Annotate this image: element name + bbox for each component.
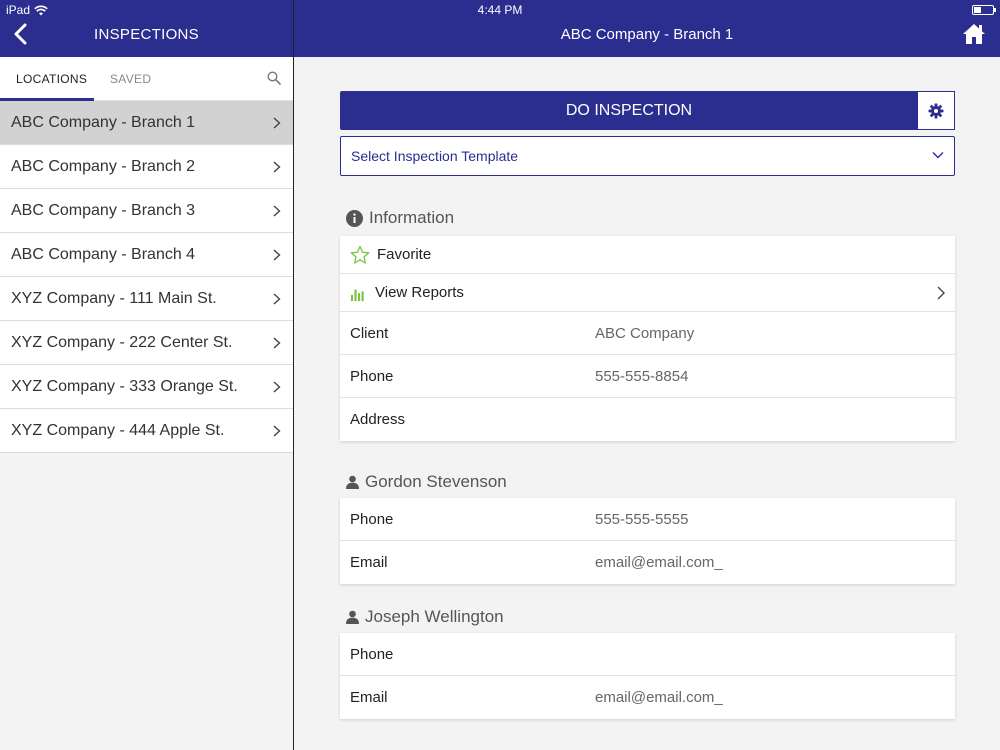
information-section-title: Information: [346, 208, 454, 228]
star-icon: [350, 245, 370, 264]
contact-row-label: Phone: [350, 646, 394, 663]
person-icon: [346, 610, 359, 624]
chevron-right-icon: [273, 249, 281, 261]
contact-row-email: Email email@email.com_: [340, 676, 955, 719]
location-label: ABC Company - Branch 4: [11, 246, 196, 263]
location-item[interactable]: XYZ Company - 222 Center St.: [0, 321, 293, 365]
page-title: ABC Company - Branch 1: [560, 26, 734, 43]
gear-icon: [928, 103, 944, 118]
contact-row-phone: Phone: [340, 633, 955, 676]
location-label: XYZ Company - 444 Apple St.: [11, 422, 225, 439]
info-row-label: Phone: [350, 368, 394, 385]
chevron-right-icon: [273, 425, 281, 437]
contact-row-email: Email email@email.com_: [340, 541, 955, 584]
chevron-right-icon: [273, 293, 281, 305]
contact-card: Phone Email email@email.com_: [340, 633, 955, 719]
contact-section-title: Joseph Wellington: [346, 607, 504, 627]
info-row-label: Client: [350, 325, 389, 342]
contact-row-value[interactable]: email@email.com_: [595, 541, 723, 584]
information-card: Favorite View Reports Client ABC Company…: [340, 236, 955, 441]
sidebar-title: INSPECTIONS: [94, 26, 199, 43]
chevron-right-icon: [273, 337, 281, 349]
inspection-template-select[interactable]: Select Inspection Template: [340, 136, 955, 176]
settings-button[interactable]: [917, 91, 955, 130]
info-icon: [346, 209, 363, 227]
favorite-label: Favorite: [377, 246, 432, 263]
location-item[interactable]: ABC Company - Branch 3: [0, 189, 293, 233]
contact-row-label: Email: [350, 689, 388, 706]
status-time: 4:44 PM: [477, 3, 523, 17]
location-item[interactable]: ABC Company - Branch 4: [0, 233, 293, 277]
chevron-right-icon: [273, 161, 281, 173]
info-row-client: Client ABC Company: [340, 312, 955, 355]
location-label: ABC Company - Branch 2: [11, 158, 196, 175]
sidebar: LOCATIONS SAVED ABC Company - Branch 1 A…: [0, 57, 293, 750]
template-select-value: Select Inspection Template: [351, 148, 519, 164]
bar-chart-icon: [350, 289, 364, 302]
contact-row-label: Email: [350, 554, 388, 571]
home-button[interactable]: [962, 22, 986, 46]
info-row-phone: Phone 555-555-8854: [340, 355, 955, 398]
info-row-address: Address: [340, 398, 955, 441]
location-list: ABC Company - Branch 1 ABC Company - Bra…: [0, 101, 293, 453]
top-bar: iPad 4:44 PM INSPECTIONS ABC Company - B…: [0, 0, 1000, 57]
location-label: XYZ Company - 222 Center St.: [11, 334, 233, 351]
person-icon: [346, 475, 359, 489]
tab-locations[interactable]: LOCATIONS: [16, 72, 87, 86]
location-label: XYZ Company - 333 Orange St.: [11, 378, 238, 395]
info-row-value: ABC Company: [595, 325, 695, 342]
chevron-right-icon: [937, 286, 945, 300]
main-content: DO INSPECTION Select Inspection Template: [294, 57, 1000, 750]
tab-saved[interactable]: SAVED: [110, 72, 151, 86]
search-icon[interactable]: [267, 71, 281, 85]
contact-row-value[interactable]: 555-555-5555: [595, 498, 688, 541]
location-item[interactable]: ABC Company - Branch 1: [0, 101, 293, 145]
location-label: ABC Company - Branch 1: [11, 114, 196, 131]
contact-name: Gordon Stevenson: [365, 472, 507, 491]
do-inspection-button[interactable]: DO INSPECTION: [340, 91, 918, 130]
location-label: ABC Company - Branch 3: [11, 202, 196, 219]
battery-fill: [974, 7, 982, 13]
view-reports-label: View Reports: [375, 284, 464, 301]
sidebar-tabs: LOCATIONS SAVED: [0, 57, 293, 101]
chevron-right-icon: [273, 117, 281, 129]
location-item[interactable]: XYZ Company - 333 Orange St.: [0, 365, 293, 409]
contact-name: Joseph Wellington: [365, 607, 504, 626]
contact-row-value[interactable]: email@email.com_: [595, 676, 723, 719]
contact-card: Phone 555-555-5555 Email email@email.com…: [340, 498, 955, 584]
location-item[interactable]: XYZ Company - 111 Main St.: [0, 277, 293, 321]
contact-row-phone: Phone 555-555-5555: [340, 498, 955, 541]
chevron-down-icon: [932, 152, 944, 159]
info-row-label: Address: [350, 411, 406, 428]
favorite-row[interactable]: Favorite: [340, 236, 955, 274]
contact-row-label: Phone: [350, 511, 394, 528]
location-label: XYZ Company - 111 Main St.: [11, 290, 217, 307]
location-item[interactable]: ABC Company - Branch 2: [0, 145, 293, 189]
chevron-right-icon: [273, 381, 281, 393]
view-reports-row[interactable]: View Reports: [340, 274, 955, 312]
location-item[interactable]: XYZ Company - 444 Apple St.: [0, 409, 293, 453]
info-row-value[interactable]: 555-555-8854: [595, 355, 688, 398]
information-title: Information: [369, 208, 455, 227]
battery-icon: [972, 5, 996, 15]
chevron-right-icon: [273, 205, 281, 217]
contact-section-title: Gordon Stevenson: [346, 472, 507, 492]
